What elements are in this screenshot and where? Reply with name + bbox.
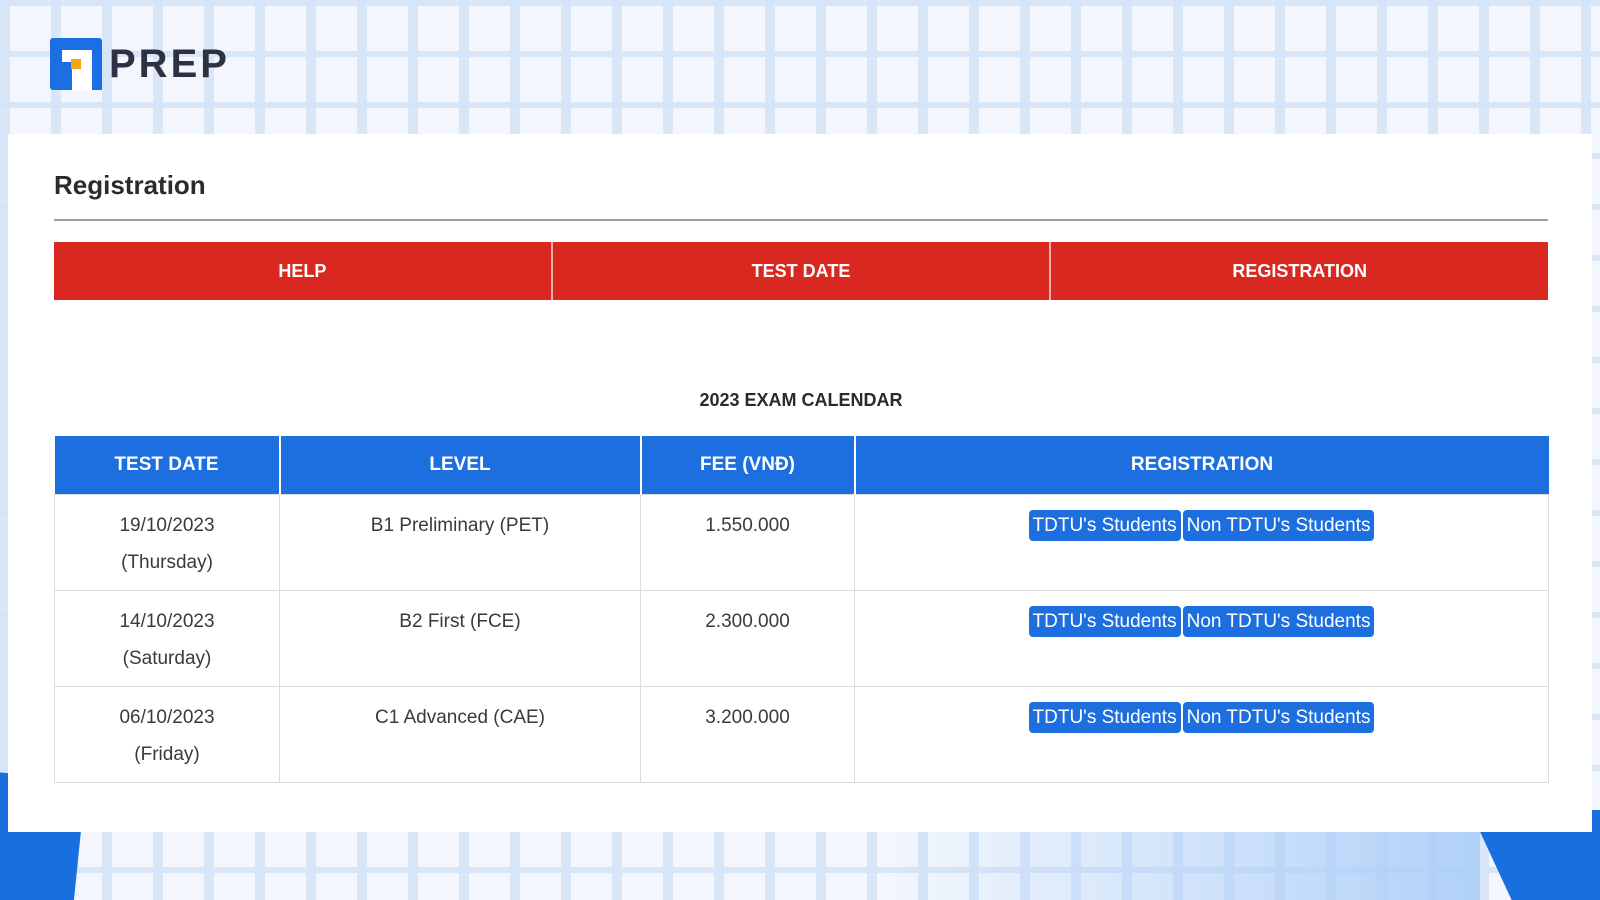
exam-calendar-table: TEST DATE LEVEL FEE (VNĐ) REGISTRATION 1… — [54, 436, 1549, 783]
tab-bar: HELP TEST DATE REGISTRATION — [54, 242, 1548, 300]
table-row: 06/10/2023 (Friday) C1 Advanced (CAE) 3.… — [54, 686, 1549, 783]
table-row: 14/10/2023 (Saturday) B2 First (FCE) 2.3… — [54, 590, 1549, 687]
brand-logo: PREP — [50, 38, 230, 90]
tab-help[interactable]: HELP — [54, 242, 551, 300]
table-header-row: TEST DATE LEVEL FEE (VNĐ) REGISTRATION — [54, 436, 1549, 495]
tdtu-students-button[interactable]: TDTU's Students — [1028, 702, 1181, 733]
table-row: 19/10/2023 (Thursday) B1 Preliminary (PE… — [54, 494, 1549, 591]
column-header-registration: REGISTRATION — [853, 436, 1549, 495]
prep-logo-icon — [50, 38, 102, 90]
non-tdtu-students-button[interactable]: Non TDTU's Students — [1182, 510, 1375, 541]
fee-cell: 3.200.000 — [640, 686, 855, 783]
fee-cell: 1.550.000 — [640, 494, 855, 591]
test-date-cell: 19/10/2023 (Thursday) — [54, 494, 280, 591]
registration-cell: TDTU's Students Non TDTU's Students — [854, 686, 1549, 783]
registration-cell: TDTU's Students Non TDTU's Students — [854, 590, 1549, 687]
level-cell: B2 First (FCE) — [279, 590, 641, 687]
tdtu-students-button[interactable]: TDTU's Students — [1028, 606, 1181, 637]
test-date: 14/10/2023 — [119, 611, 215, 632]
test-date: 06/10/2023 — [119, 707, 215, 728]
level-cell: C1 Advanced (CAE) — [279, 686, 641, 783]
test-weekday: (Friday) — [134, 744, 200, 765]
column-header-test-date: TEST DATE — [54, 436, 280, 495]
test-date-cell: 14/10/2023 (Saturday) — [54, 590, 280, 687]
test-weekday: (Saturday) — [122, 648, 212, 669]
column-header-fee: FEE (VNĐ) — [639, 436, 855, 495]
page-title: Registration — [54, 170, 206, 200]
registration-cell: TDTU's Students Non TDTU's Students — [854, 494, 1549, 591]
tab-registration[interactable]: REGISTRATION — [1049, 242, 1548, 300]
fee-cell: 2.300.000 — [640, 590, 855, 687]
test-date: 19/10/2023 — [119, 515, 215, 536]
column-header-level: LEVEL — [278, 436, 641, 495]
test-date-cell: 06/10/2023 (Friday) — [54, 686, 280, 783]
level-cell: B1 Preliminary (PET) — [279, 494, 641, 591]
non-tdtu-students-button[interactable]: Non TDTU's Students — [1182, 702, 1375, 733]
tdtu-students-button[interactable]: TDTU's Students — [1028, 510, 1181, 541]
brand-name: PREP — [109, 41, 230, 86]
title-divider — [54, 219, 1548, 221]
registration-card: Registration HELP TEST DATE REGISTRATION… — [8, 134, 1592, 832]
tab-test-date[interactable]: TEST DATE — [550, 242, 1050, 300]
test-weekday: (Thursday) — [121, 552, 213, 573]
non-tdtu-students-button[interactable]: Non TDTU's Students — [1182, 606, 1375, 637]
calendar-title: 2023 EXAM CALENDAR — [699, 390, 903, 410]
